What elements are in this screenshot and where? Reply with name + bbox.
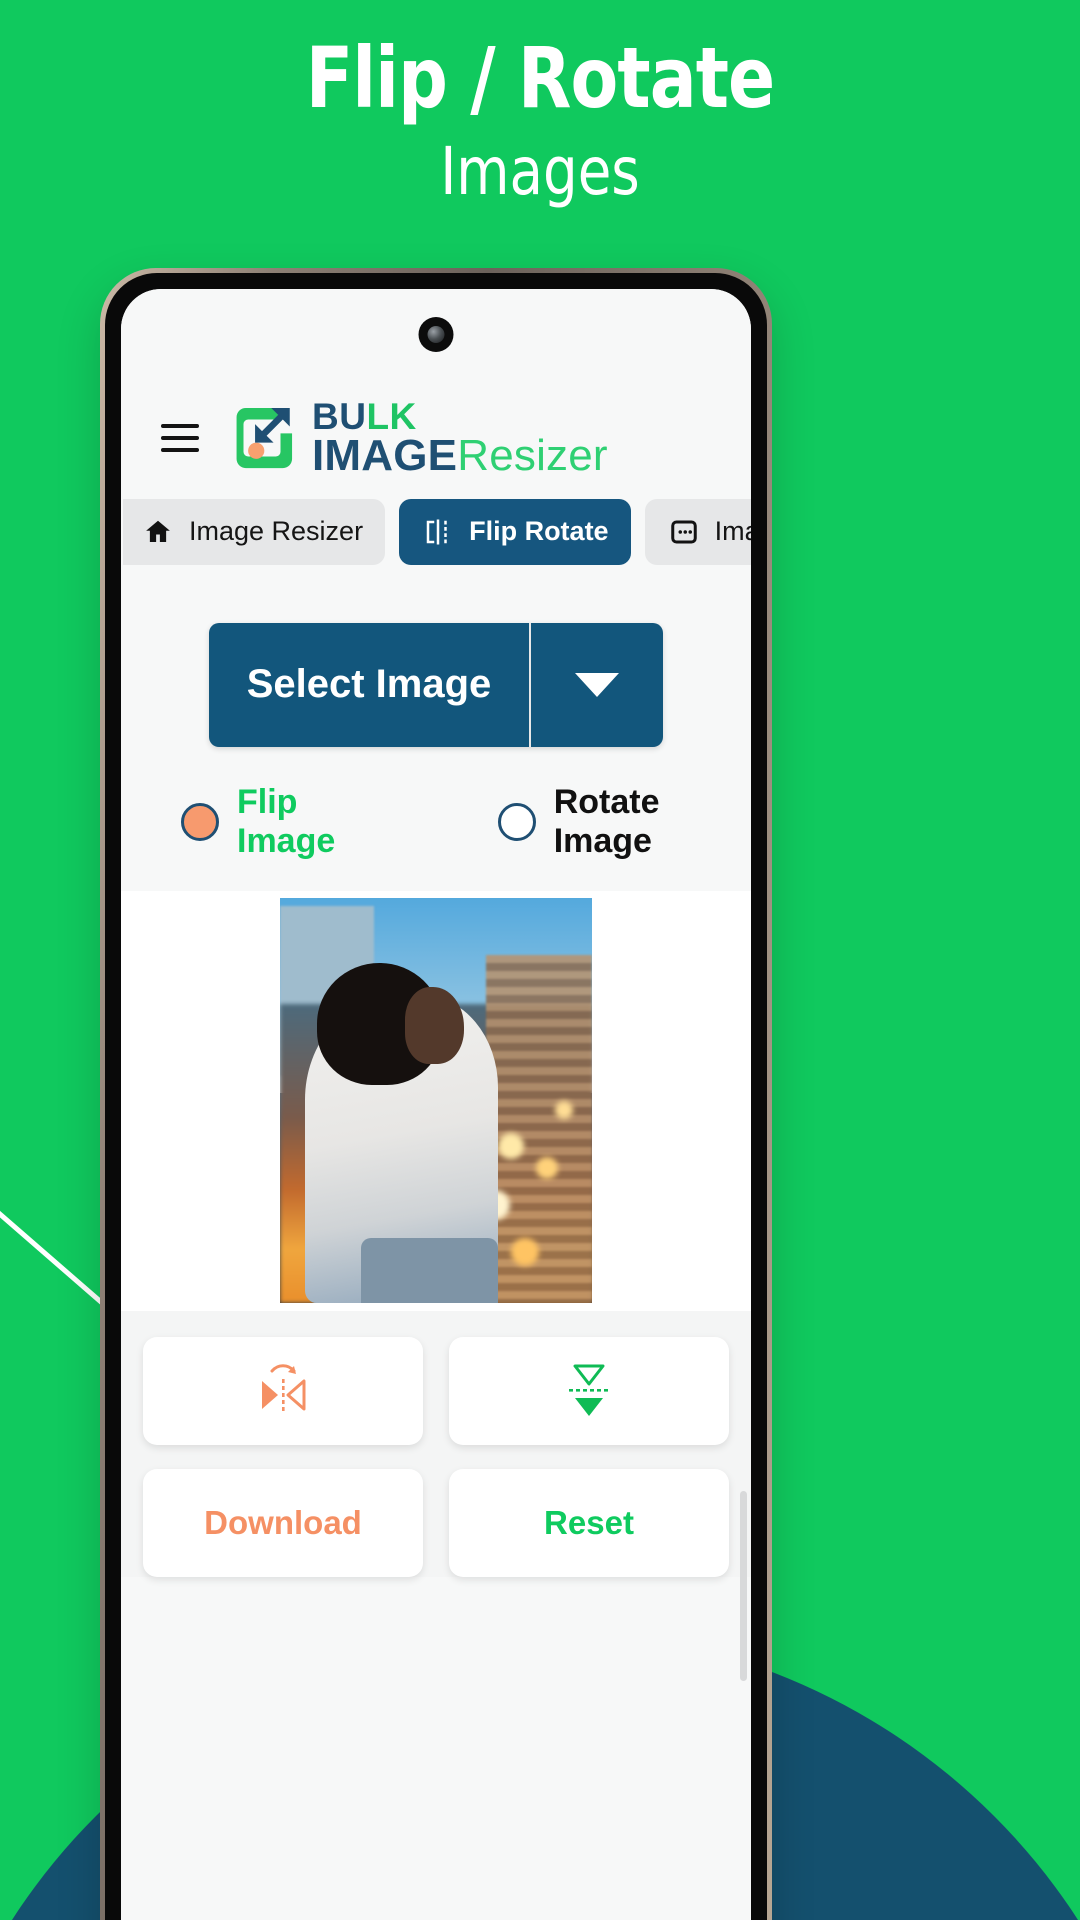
app-logo[interactable]: BULK IMAGEResizer	[225, 398, 608, 480]
phone-mockup: BULK IMAGEResizer Image Resizer Flip Rot…	[100, 268, 772, 1920]
flip-button-row	[143, 1336, 729, 1445]
promo-title: Flip / Rotate	[305, 29, 776, 127]
logo-wordmark: BULK IMAGEResizer	[312, 398, 608, 480]
flip-horizontal-button[interactable]	[143, 1336, 423, 1445]
tab-bar: Image Resizer Flip Rotate Im	[123, 476, 751, 585]
flip-vertical-button[interactable]	[449, 1336, 729, 1445]
front-camera-icon	[418, 317, 454, 352]
promo-heading-block: Flip / Rotate Images	[0, 0, 1080, 208]
image-preview-area	[121, 890, 751, 1681]
reset-button[interactable]: Reset	[449, 1468, 729, 1577]
bulk-image-resizer-logo-icon	[236, 407, 293, 468]
logo-resizer: Resizer	[457, 430, 608, 480]
select-image-button[interactable]: Select Image	[209, 622, 529, 747]
preview-photo[interactable]	[280, 898, 592, 1304]
radio-label: Rotate Image	[553, 782, 660, 860]
select-image-row: Select Image	[121, 585, 751, 747]
promo-subtitle: Images	[440, 132, 640, 210]
hamburger-menu-icon[interactable]	[161, 423, 199, 452]
action-panel: Download Reset	[121, 1310, 751, 1577]
radio-dot-icon	[497, 802, 536, 841]
tab-label: Image Compress	[714, 516, 751, 547]
flip-icon	[426, 519, 447, 545]
radio-dot-selected-icon	[181, 802, 219, 841]
page-scrollbar[interactable]	[740, 1490, 747, 1681]
tab-image-resizer[interactable]: Image Resizer	[123, 498, 386, 565]
logo-image: IMAGE	[312, 430, 458, 480]
tab-label: Image Resizer	[189, 516, 364, 547]
flip-horizontal-icon	[262, 1364, 306, 1411]
tab-image-compress[interactable]: Image Compress	[644, 498, 751, 565]
download-button[interactable]: Download	[143, 1468, 423, 1577]
phone-bezel: BULK IMAGEResizer Image Resizer Flip Rot…	[105, 273, 767, 1920]
radio-flip-image[interactable]: Flip Image	[181, 783, 392, 861]
compress-icon	[670, 520, 697, 544]
radio-rotate-image[interactable]: Rotate Image	[497, 782, 751, 861]
tab-label: Flip Rotate	[469, 516, 609, 547]
flip-vertical-icon	[569, 1364, 608, 1416]
chevron-down-icon	[575, 672, 619, 697]
download-reset-row: Download Reset	[143, 1468, 729, 1577]
radio-label: Flip Image	[237, 782, 336, 860]
phone-screen: BULK IMAGEResizer Image Resizer Flip Rot…	[121, 289, 751, 1920]
home-icon	[146, 520, 170, 542]
select-image-dropdown-button[interactable]	[529, 622, 663, 747]
select-image-split-button: Select Image	[209, 622, 663, 747]
tab-flip-rotate[interactable]: Flip Rotate	[399, 498, 631, 565]
mode-radio-group: Flip Image Rotate Image	[121, 747, 751, 891]
